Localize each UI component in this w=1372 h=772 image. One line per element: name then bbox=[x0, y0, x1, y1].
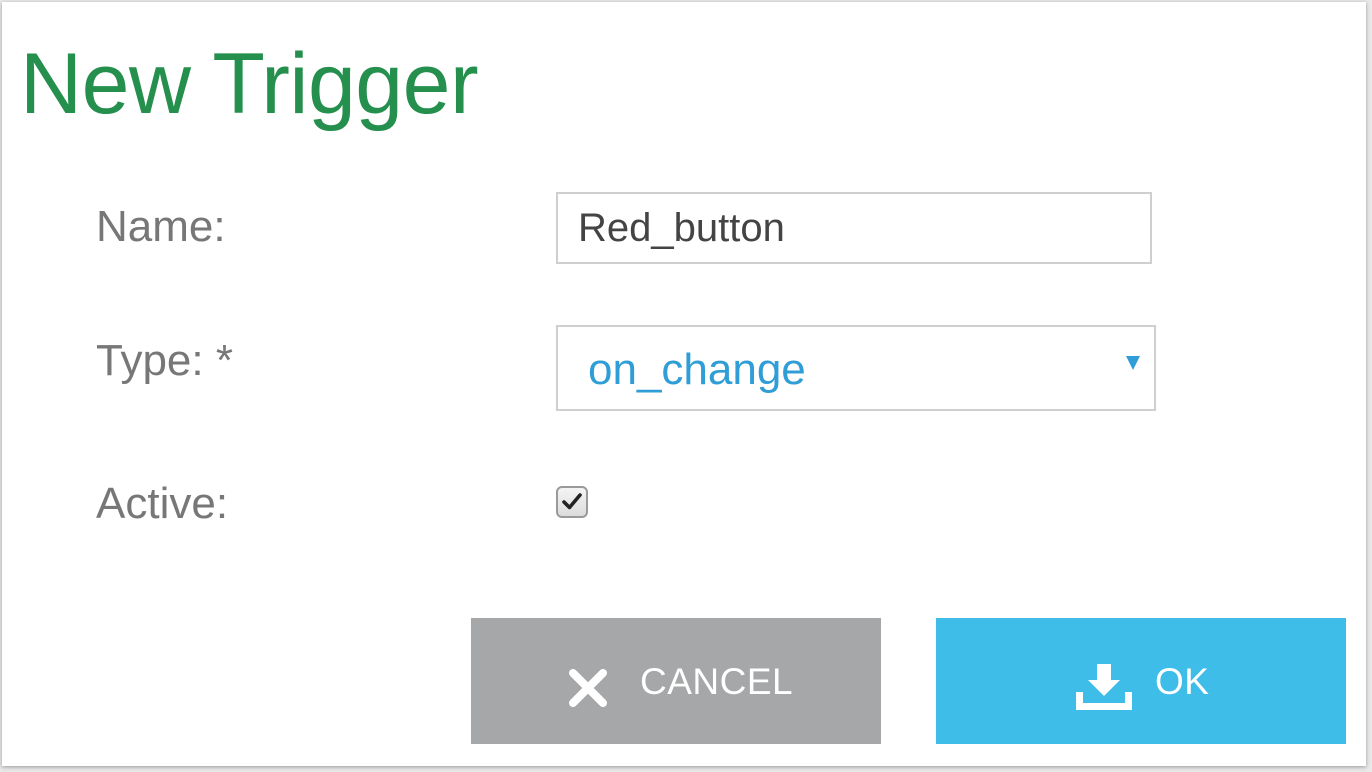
chevron-down-icon bbox=[1126, 356, 1140, 370]
ok-button-label: OK bbox=[1155, 661, 1210, 702]
close-icon bbox=[569, 669, 607, 707]
type-select[interactable]: on_change bbox=[556, 325, 1156, 411]
checkmark-icon bbox=[562, 493, 582, 510]
new-trigger-dialog: New Trigger Name: Type: * on_change Acti… bbox=[2, 2, 1366, 766]
ok-button[interactable]: OK bbox=[936, 618, 1346, 744]
type-label: Type: * bbox=[96, 336, 233, 385]
active-label: Active: bbox=[96, 479, 229, 528]
name-label: Name: bbox=[96, 202, 226, 251]
active-checkbox[interactable] bbox=[556, 486, 588, 518]
type-select-value: on_change bbox=[588, 345, 806, 394]
download-icon bbox=[1076, 664, 1132, 710]
cancel-button-label: CANCEL bbox=[640, 661, 794, 702]
cancel-button[interactable]: CANCEL bbox=[471, 618, 881, 744]
name-input[interactable] bbox=[556, 192, 1152, 264]
dialog-title: New Trigger bbox=[20, 36, 479, 132]
